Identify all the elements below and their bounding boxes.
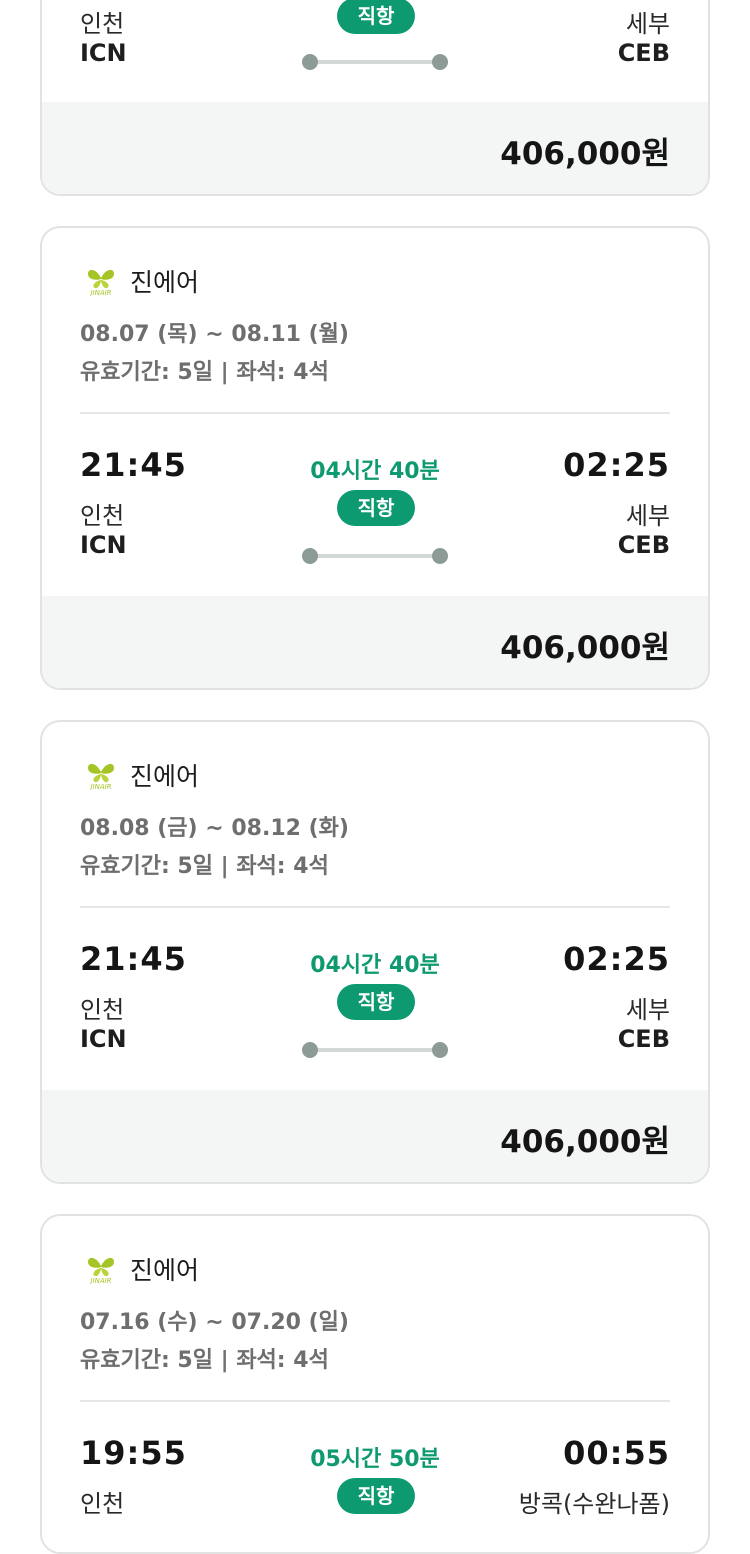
svg-text:JINAIR: JINAIR	[88, 1277, 111, 1284]
divider	[80, 412, 670, 414]
flight-card-3[interactable]: JINAIR 진에어 08.08 (금) ~ 08.12 (화) 유효기간: 5…	[40, 720, 710, 1184]
departure-dot	[302, 548, 318, 564]
arrival-dot	[432, 54, 448, 70]
arrival-time: 00:55	[563, 1434, 670, 1472]
route-line	[310, 554, 440, 558]
flight-card-2[interactable]: JINAIR 진에어 08.07 (목) ~ 08.11 (월) 유효기간: 5…	[40, 226, 710, 690]
airline-name: 진에어	[130, 268, 200, 297]
airline-row: JINAIR 진에어	[80, 1252, 199, 1286]
arrival-city: 세부	[625, 10, 670, 38]
direct-flight-badge: 직항	[337, 0, 415, 34]
airline-row: JINAIR 진에어	[80, 264, 199, 298]
departure-city: 인천	[80, 10, 125, 38]
validity-seats: 유효기간: 5일 | 좌석: 4석	[80, 1348, 329, 1373]
price: 406,000원	[500, 630, 670, 666]
arrival-code: CEB	[617, 39, 670, 67]
departure-city: 인천	[80, 502, 125, 530]
arrival-dot	[432, 548, 448, 564]
jinair-logo-icon: JINAIR	[80, 1254, 122, 1284]
arrival-city: 세부	[625, 996, 670, 1024]
arrival-dot	[432, 1042, 448, 1058]
airline-name: 진에어	[130, 762, 200, 791]
flight-card-1[interactable]: 인천 ICN 직항 세부 CEB 406,000원	[40, 0, 710, 196]
travel-dates: 08.08 (금) ~ 08.12 (화)	[80, 816, 349, 841]
direct-flight-badge: 직항	[337, 984, 415, 1020]
travel-dates: 07.16 (수) ~ 07.20 (일)	[80, 1310, 349, 1335]
validity-seats: 유효기간: 5일 | 좌석: 4석	[80, 854, 329, 879]
departure-code: ICN	[80, 531, 127, 559]
departure-city: 인천	[80, 996, 125, 1024]
flight-card-4[interactable]: JINAIR 진에어 07.16 (수) ~ 07.20 (일) 유효기간: 5…	[40, 1214, 710, 1554]
airline-row: JINAIR 진에어	[80, 758, 199, 792]
jinair-logo-icon: JINAIR	[80, 266, 122, 296]
travel-dates: 08.07 (목) ~ 08.11 (월)	[80, 322, 349, 347]
arrival-time: 02:25	[563, 446, 670, 484]
departure-dot	[302, 54, 318, 70]
divider	[80, 1400, 670, 1402]
arrival-code: CEB	[617, 531, 670, 559]
svg-text:JINAIR: JINAIR	[88, 289, 111, 296]
price-area: 406,000원	[42, 596, 708, 688]
arrival-city: 세부	[625, 502, 670, 530]
validity-seats: 유효기간: 5일 | 좌석: 4석	[80, 360, 329, 385]
route-line	[310, 1048, 440, 1052]
direct-flight-badge: 직항	[337, 1478, 415, 1514]
departure-code: ICN	[80, 39, 127, 67]
arrival-city: 방콕(수완나폼)	[518, 1490, 670, 1518]
departure-code: ICN	[80, 1025, 127, 1053]
svg-text:JINAIR: JINAIR	[88, 783, 111, 790]
divider	[80, 906, 670, 908]
price: 406,000원	[500, 136, 670, 172]
route-line	[310, 60, 440, 64]
departure-dot	[302, 1042, 318, 1058]
jinair-logo-icon: JINAIR	[80, 760, 122, 790]
price-area: 406,000원	[42, 102, 708, 194]
direct-flight-badge: 직항	[337, 490, 415, 526]
departure-city: 인천	[80, 1490, 125, 1518]
price: 406,000원	[500, 1124, 670, 1160]
airline-name: 진에어	[130, 1256, 200, 1285]
arrival-time: 02:25	[563, 940, 670, 978]
price-area: 406,000원	[42, 1090, 708, 1182]
arrival-code: CEB	[617, 1025, 670, 1053]
